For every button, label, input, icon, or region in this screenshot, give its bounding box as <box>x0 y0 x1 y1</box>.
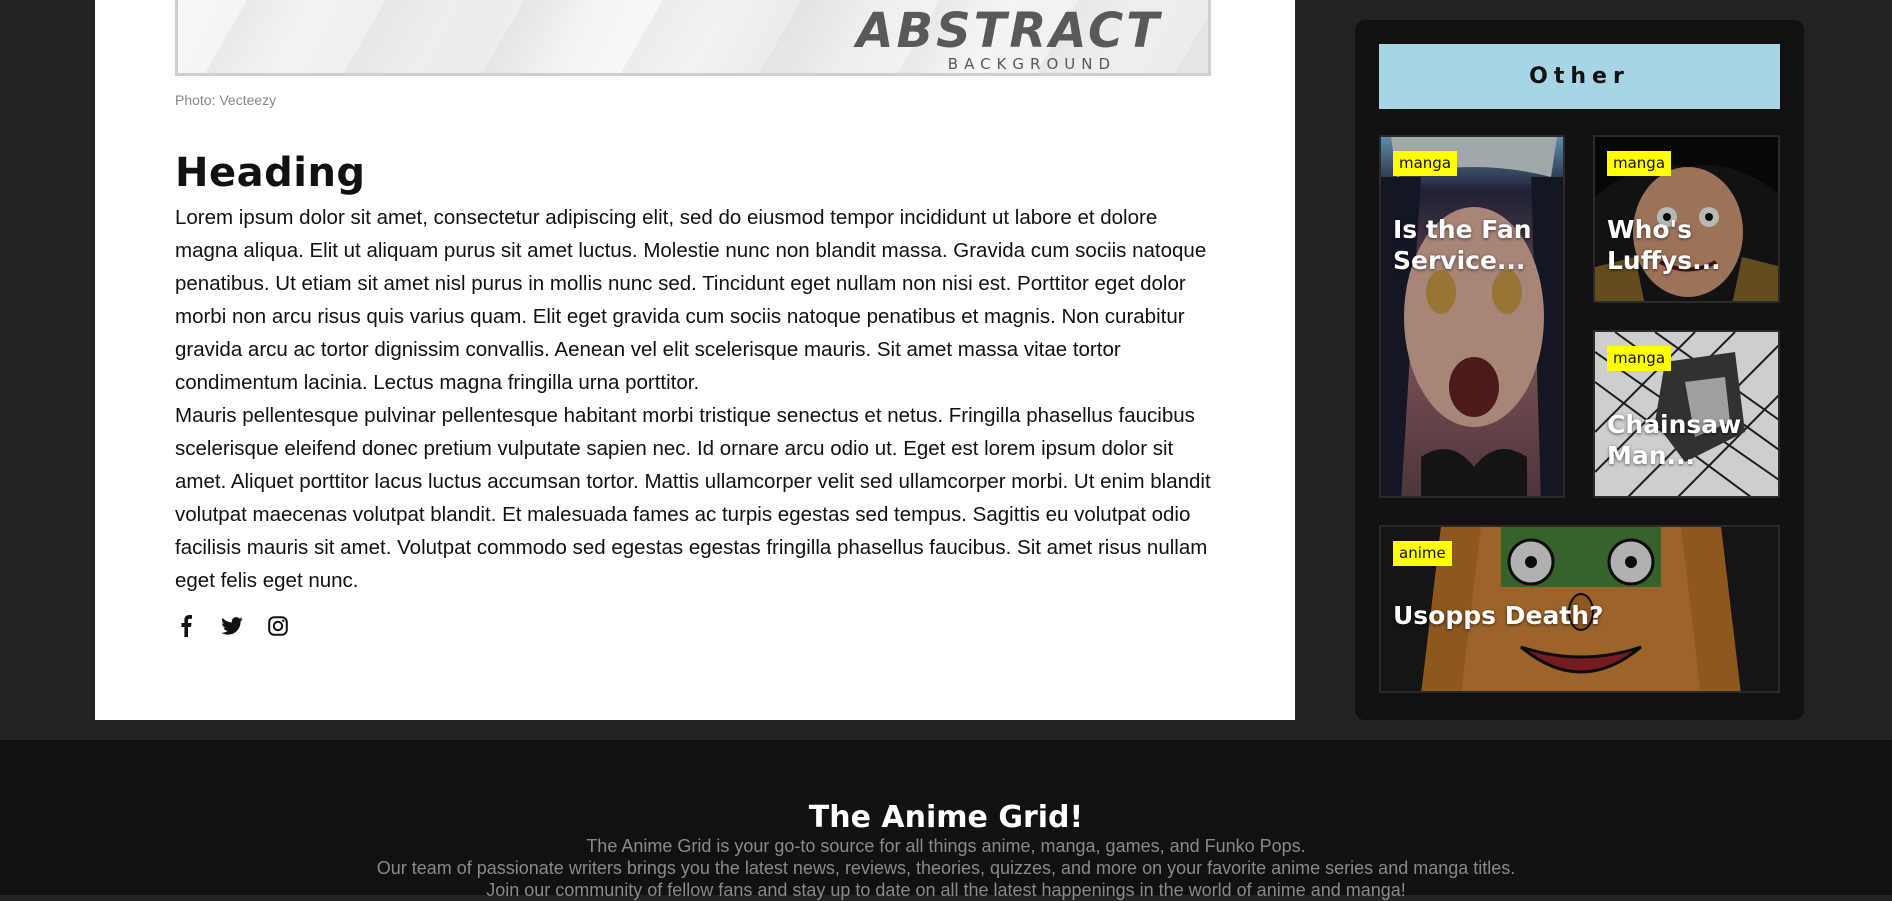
card-title[interactable]: Is the Fan Service... <box>1393 214 1558 276</box>
article-card[interactable]: manga Is the Fan Service... <box>1379 135 1565 498</box>
article-heading: Heading <box>175 150 366 196</box>
category-tag[interactable]: manga <box>1607 346 1672 371</box>
article-paragraph: Lorem ipsum dolor sit amet, consectetur … <box>175 206 1207 394</box>
facebook-icon[interactable] <box>175 614 197 638</box>
card-title[interactable]: Who's Luffys... <box>1607 214 1757 276</box>
category-tag[interactable]: anime <box>1393 541 1452 566</box>
sidebar: Other manga Is the Fan Service... manga … <box>1355 20 1804 720</box>
card-overlay <box>1381 137 1563 496</box>
article-card[interactable]: anime Usopps Death? <box>1379 525 1780 693</box>
sidebar-title: Other <box>1379 44 1780 109</box>
category-tag[interactable]: manga <box>1607 151 1672 176</box>
article-card[interactable]: manga Chainsaw Man... <box>1593 330 1780 498</box>
card-title[interactable]: Chainsaw Man... <box>1607 409 1767 471</box>
instagram-icon[interactable] <box>267 614 289 638</box>
hero-title: ABSTRACT <box>856 3 1162 59</box>
site-footer: The Anime Grid! The Anime Grid is your g… <box>0 740 1892 900</box>
hero-subtitle: BACKGROUND <box>947 55 1116 73</box>
photo-credit: Photo: Vecteezy <box>175 92 277 108</box>
twitter-icon[interactable] <box>221 614 243 638</box>
article-body: Lorem ipsum dolor sit amet, consectetur … <box>175 201 1220 597</box>
hero-image: ABSTRACT BACKGROUND <box>175 0 1211 76</box>
article-card[interactable]: manga Who's Luffys... <box>1593 135 1780 303</box>
category-tag[interactable]: manga <box>1393 151 1458 176</box>
article-panel: ABSTRACT BACKGROUND Photo: Vecteezy Head… <box>95 0 1295 720</box>
article-paragraph: Mauris pellentesque pulvinar pellentesqu… <box>175 404 1211 592</box>
social-links <box>175 614 289 638</box>
footer-title: The Anime Grid! <box>808 800 1084 835</box>
footer-line: The Anime Grid is your go-to source for … <box>586 836 1306 856</box>
footer-line: Join our community of fellow fans and st… <box>486 880 1406 900</box>
card-title[interactable]: Usopps Death? <box>1393 600 1773 631</box>
footer-line: Our team of passionate writers brings yo… <box>376 858 1516 878</box>
